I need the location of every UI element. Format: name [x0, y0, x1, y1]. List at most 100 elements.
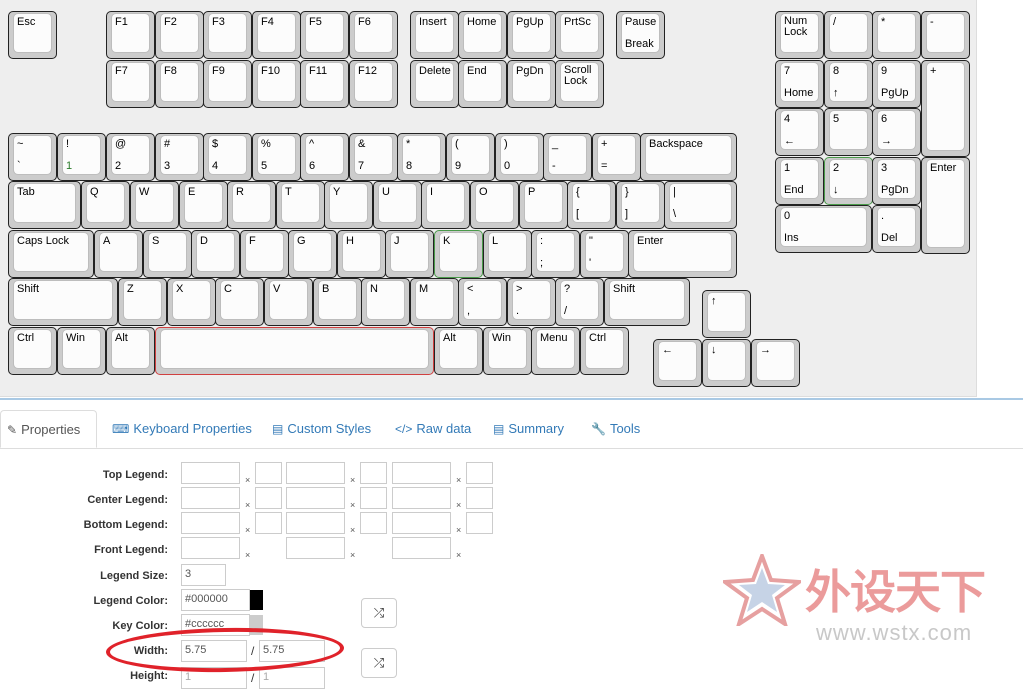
key-x[interactable]: X [167, 278, 216, 326]
legend-input[interactable] [286, 537, 345, 559]
legend-input[interactable] [392, 537, 451, 559]
key-f5[interactable]: F5 [300, 11, 349, 59]
key-f9[interactable]: F9 [203, 60, 252, 108]
key-right[interactable]: → [751, 339, 800, 387]
key-n[interactable]: N [361, 278, 410, 326]
key-rbr[interactable]: }] [616, 181, 665, 229]
key-tk[interactable]: T [276, 181, 325, 229]
key-lshift[interactable]: Shift [8, 278, 118, 326]
key-lwin[interactable]: Win [57, 327, 106, 375]
key-pause[interactable]: Pause Break [616, 11, 665, 59]
key-o[interactable]: O [470, 181, 519, 229]
key-rctrl[interactable]: Ctrl [580, 327, 629, 375]
legend-color-input[interactable]: #000000 [181, 589, 250, 611]
key-up[interactable]: ↑ [702, 290, 751, 338]
key-kp_div[interactable]: / [824, 11, 873, 59]
key-space[interactable] [155, 327, 434, 375]
key-esc[interactable]: Esc [8, 11, 57, 59]
legend-input[interactable] [392, 512, 451, 534]
key-k2[interactable]: @2 [106, 133, 155, 181]
key-k7[interactable]: & 7 [349, 133, 398, 181]
key-k4[interactable]: $4 [203, 133, 252, 181]
key-i[interactable]: I [421, 181, 470, 229]
tab-tools[interactable]: 🔧 Tools [585, 410, 646, 448]
key-enter[interactable]: Enter [628, 230, 737, 278]
key-lalt[interactable]: Alt [106, 327, 155, 375]
key-d[interactable]: D [191, 230, 240, 278]
key-k8[interactable]: * 8 [397, 133, 446, 181]
tab-properties[interactable]: ✎ Properties [0, 410, 97, 448]
key-f12[interactable]: F12 [349, 60, 398, 108]
legend-input[interactable] [181, 537, 240, 559]
key-kp4[interactable]: 4 ← [775, 108, 824, 156]
key-f1[interactable]: F1 [106, 11, 155, 59]
legend-input[interactable] [286, 462, 345, 484]
clear-legend-icon[interactable]: × [350, 500, 355, 510]
key-e[interactable]: E [179, 181, 228, 229]
key-f8[interactable]: F8 [155, 60, 204, 108]
key-kp0[interactable]: 0 Ins [775, 205, 872, 253]
key-v[interactable]: V [264, 278, 313, 326]
key-p[interactable]: P [519, 181, 568, 229]
key-k6[interactable]: ^ 6 [300, 133, 349, 181]
key-q[interactable]: Q [81, 181, 130, 229]
legend-input[interactable] [181, 512, 240, 534]
key-m[interactable]: M [410, 278, 459, 326]
key-kp7[interactable]: 7 Home [775, 60, 824, 108]
key-comma[interactable]: <, [458, 278, 507, 326]
key-period[interactable]: >. [507, 278, 556, 326]
key-ralt[interactable]: Alt [434, 327, 483, 375]
key-z[interactable]: Z [118, 278, 167, 326]
key-a[interactable]: A [94, 230, 143, 278]
swap-size-button[interactable]: ⤮ [361, 648, 397, 678]
key-f10[interactable]: F10 [252, 60, 301, 108]
key-caps[interactable]: Caps Lock [8, 230, 94, 278]
legend-font-size-input[interactable] [360, 462, 387, 484]
key-menu[interactable]: Menu [531, 327, 580, 375]
key-lbr[interactable]: {[ [567, 181, 616, 229]
clear-legend-icon[interactable]: × [245, 500, 250, 510]
key-pgup[interactable]: PgUp [507, 11, 556, 59]
key-j[interactable]: J [385, 230, 434, 278]
key-kp_sub[interactable]: - [921, 11, 970, 59]
key-backspace[interactable]: Backspace [640, 133, 737, 181]
clear-legend-icon[interactable]: × [456, 550, 461, 560]
key-rshift[interactable]: Shift [604, 278, 690, 326]
key-u[interactable]: U [373, 181, 422, 229]
key-home[interactable]: Home [458, 11, 507, 59]
key-c[interactable]: C [215, 278, 264, 326]
key-minus[interactable]: _ - [543, 133, 592, 181]
legend-font-size-input[interactable] [360, 487, 387, 509]
key-bsl[interactable]: | \ [664, 181, 737, 229]
key-down[interactable]: ↓ [702, 339, 751, 387]
key-rwin[interactable]: Win [483, 327, 532, 375]
key-y[interactable]: Y [324, 181, 373, 229]
key-kp3[interactable]: 3 PgDn [872, 157, 921, 205]
clear-legend-icon[interactable]: × [245, 550, 250, 560]
key-numlock[interactable]: Num Lock [775, 11, 824, 59]
key-pgdn[interactable]: PgDn [507, 60, 556, 108]
key-kp6[interactable]: 6 → [872, 108, 921, 156]
height2-input[interactable]: 1 [259, 667, 325, 689]
key-semi[interactable]: :; [531, 230, 580, 278]
key-kp_enter[interactable]: Enter [921, 157, 970, 254]
key-bk[interactable]: B [313, 278, 362, 326]
key-slash[interactable]: ? / [555, 278, 604, 326]
legend-size-input[interactable]: 3 [181, 564, 226, 586]
legend-font-size-input[interactable] [255, 462, 282, 484]
key-tab[interactable]: Tab [8, 181, 81, 229]
legend-input[interactable] [181, 487, 240, 509]
key-f7[interactable]: F7 [106, 60, 155, 108]
key-equal[interactable]: + = [592, 133, 641, 181]
key-scroll[interactable]: Scroll Lock [555, 60, 604, 108]
legend-input[interactable] [392, 487, 451, 509]
key-g[interactable]: G [288, 230, 337, 278]
key-kp_dot[interactable]: . Del [872, 205, 921, 253]
key-k9[interactable]: (9 [446, 133, 495, 181]
legend-font-size-input[interactable] [466, 487, 493, 509]
key-kp_mul[interactable]: * [872, 11, 921, 59]
key-k[interactable]: K [434, 230, 483, 278]
legend-font-size-input[interactable] [466, 462, 493, 484]
clear-legend-icon[interactable]: × [350, 525, 355, 535]
key-prtsc[interactable]: PrtSc [555, 11, 604, 59]
